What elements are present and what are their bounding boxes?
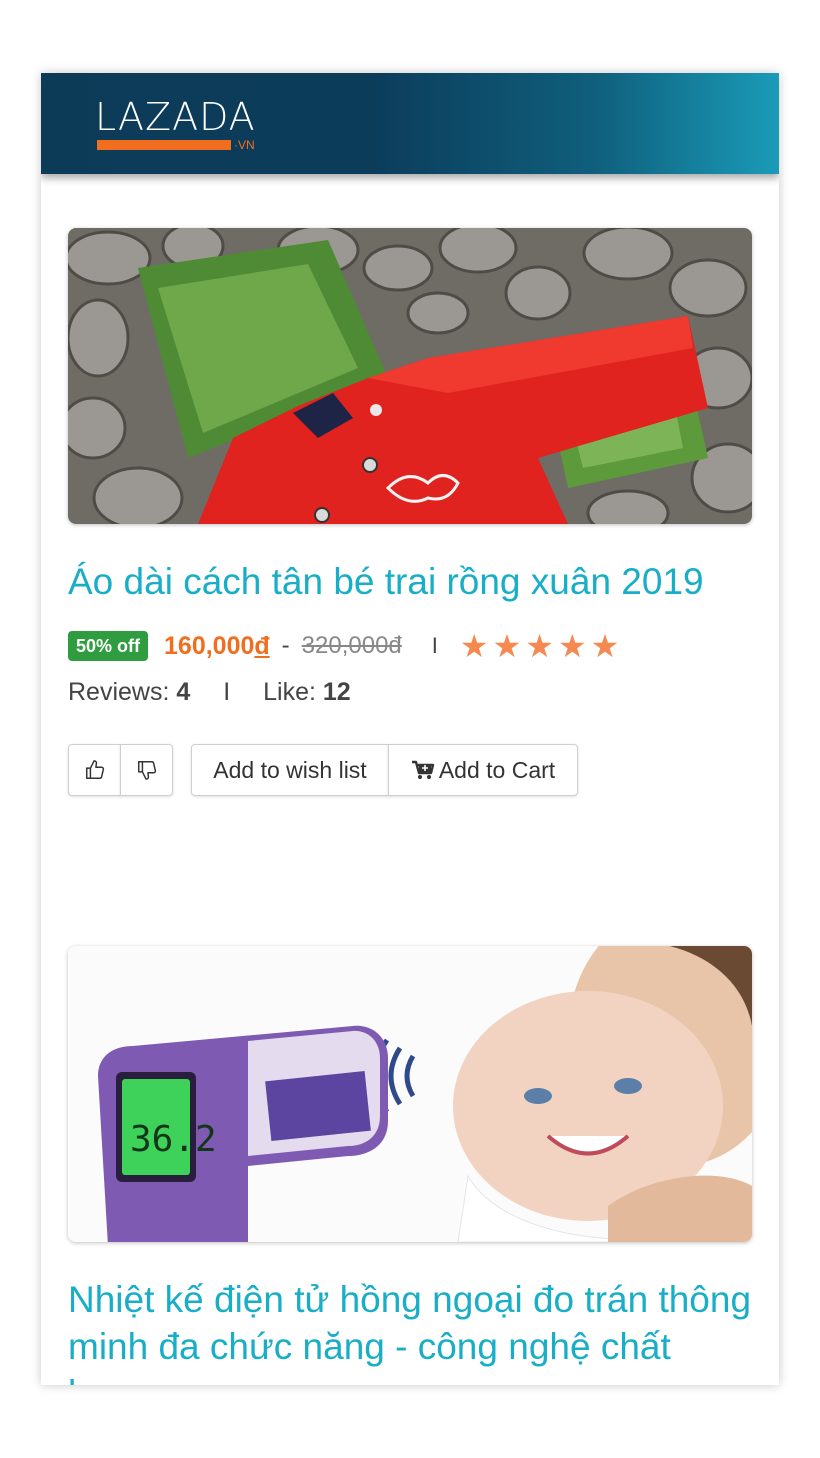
product-card: Áo dài cách tân bé trai rồng xuân 2019 5… — [68, 228, 752, 800]
like-button[interactable] — [68, 744, 121, 796]
rating-stars: ★★★★★ — [459, 628, 624, 664]
product-image[interactable] — [68, 228, 752, 524]
add-to-wishlist-button[interactable]: Add to wish list — [191, 744, 389, 796]
currency-symbol: đ — [254, 631, 270, 660]
lazada-logo[interactable]: LAZADA ·VN — [95, 94, 275, 154]
logo-underline — [97, 140, 231, 150]
cart-icon — [411, 760, 435, 779]
logo-suffix: ·VN — [234, 138, 255, 152]
page-card: LAZADA ·VN Áo dài cách tân bé trai rồng … — [41, 73, 779, 1385]
divider: I — [431, 633, 438, 658]
reviews-label: Reviews: — [68, 678, 170, 706]
reviews-count: 4 — [176, 678, 191, 706]
product-card: 36.2 Nhiệt kế điện tử hồng ngoại đo trán… — [68, 946, 752, 1385]
product-image[interactable]: 36.2 — [68, 946, 752, 1242]
old-price: 320,000đ — [301, 632, 402, 659]
dislike-button[interactable] — [120, 744, 173, 796]
meta-divider: I — [223, 678, 231, 706]
discount-badge: 50% off — [68, 631, 149, 661]
price-row: 50% off 160,000đ - 320,000đ I ★★★★★ — [68, 629, 752, 663]
product-title[interactable]: Nhiệt kế điện tử hồng ngoại đo trán thôn… — [68, 1276, 752, 1385]
product-title[interactable]: Áo dài cách tân bé trai rồng xuân 2019 — [68, 558, 752, 605]
thumbs-down-icon — [137, 761, 156, 780]
action-buttons: Add to wish list Add to Cart — [68, 744, 752, 800]
review-meta: Reviews: 4 I Like: 12 — [68, 675, 752, 709]
likes-label: Like: — [263, 678, 316, 706]
add-to-cart-button[interactable]: Add to Cart — [388, 744, 578, 796]
thermometer-reading: 36.2 — [130, 1119, 217, 1160]
current-price: 160,000đ — [164, 632, 270, 661]
thumbs-up-icon — [85, 760, 104, 779]
price-separator: - — [281, 632, 290, 659]
likes-count: 12 — [322, 678, 351, 706]
header-bar: LAZADA ·VN — [41, 73, 779, 174]
wishlist-label: Add to wish list — [213, 756, 367, 783]
price-value: 160,000 — [164, 631, 255, 660]
logo-text: LAZADA — [95, 95, 256, 139]
cart-label: Add to Cart — [438, 756, 556, 783]
